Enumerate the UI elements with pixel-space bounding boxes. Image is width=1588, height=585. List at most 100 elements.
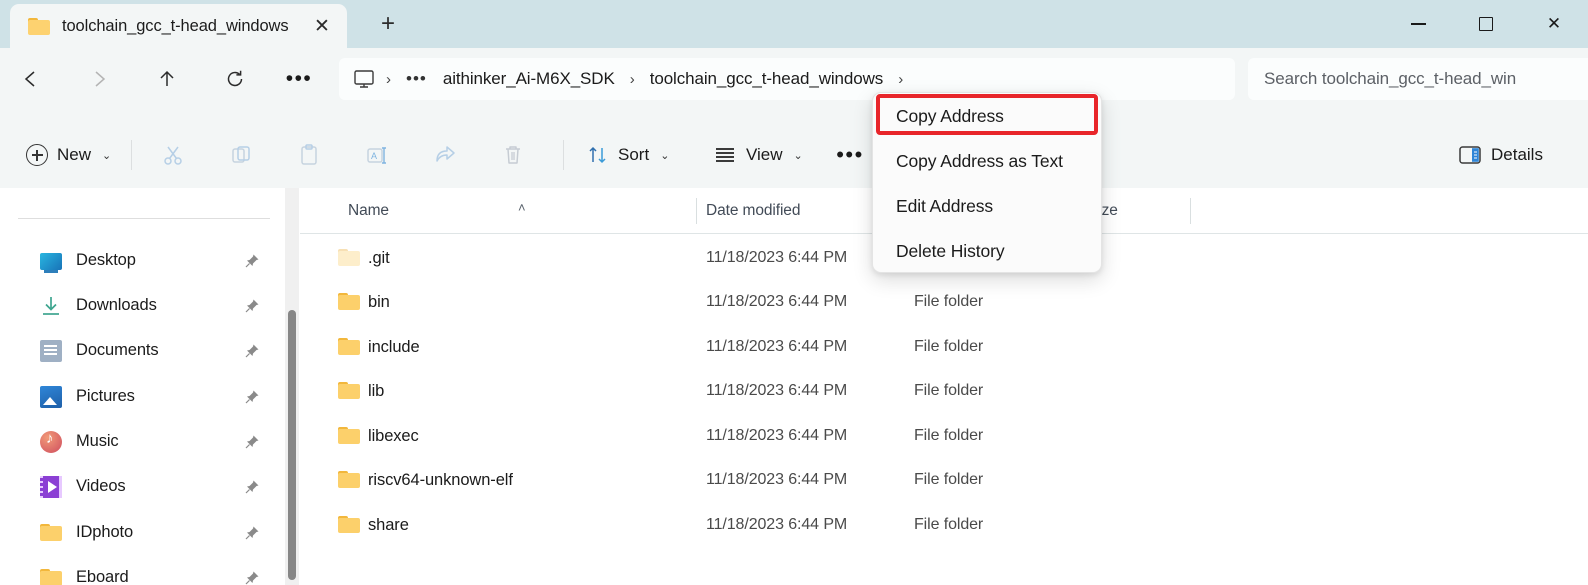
breadcrumb-item-0[interactable]: aithinker_Ai-M6X_SDK	[435, 65, 623, 93]
tab-title: toolchain_gcc_t-head_windows	[62, 16, 289, 35]
pin-icon[interactable]	[244, 298, 260, 314]
sort-button-label: Sort	[618, 145, 650, 164]
arrow-up-icon	[160, 70, 174, 86]
sidebar-item-label: Downloads	[76, 296, 157, 314]
details-pane-button[interactable]: Details	[1448, 135, 1553, 175]
toolbar-divider	[131, 140, 132, 170]
documents-icon	[40, 339, 62, 362]
menu-item-delete-history[interactable]: Delete History	[878, 231, 1098, 271]
menu-item-copy-address-as-text[interactable]: Copy Address as Text	[878, 141, 1098, 181]
view-button-label: View	[746, 145, 783, 164]
folder-icon	[338, 470, 360, 490]
table-row[interactable]: bin 11/18/2023 6:44 PM File folder	[300, 280, 1588, 325]
address-context-menu[interactable]: Copy Address Copy Address as Text Edit A…	[872, 92, 1102, 273]
sidebar-item-label: Documents	[76, 341, 159, 359]
column-header-name[interactable]: Name	[348, 188, 389, 234]
file-date-modified: 11/18/2023 6:44 PM	[706, 338, 848, 356]
breadcrumb-overflow[interactable]: •••	[398, 69, 435, 89]
browser-tab[interactable]: toolchain_gcc_t-head_windows ✕	[10, 4, 347, 48]
breadcrumb-separator[interactable]: ›	[379, 71, 398, 88]
folder-icon	[40, 522, 62, 544]
sidebar-item-label: Eboard	[76, 568, 129, 585]
svg-text:A: A	[371, 151, 377, 161]
file-name: lib	[368, 381, 385, 400]
breadcrumb-separator[interactable]: ›	[891, 71, 910, 88]
delete-button[interactable]	[492, 135, 534, 175]
pin-icon[interactable]	[244, 570, 260, 585]
minimize-button[interactable]	[1384, 0, 1452, 48]
breadcrumb-separator[interactable]: ›	[623, 71, 642, 88]
nav-more-button[interactable]: •••	[276, 58, 322, 100]
table-row[interactable]: libexec 11/18/2023 6:44 PM File folder	[300, 414, 1588, 459]
file-date-modified: 11/18/2023 6:44 PM	[706, 249, 848, 267]
sidebar-item-eboard[interactable]: Eboard	[0, 555, 282, 585]
pictures-icon	[40, 385, 62, 408]
back-button[interactable]	[8, 58, 54, 100]
new-button-label: New	[57, 145, 92, 164]
chevron-down-icon: ⌄	[660, 149, 670, 162]
share-icon	[436, 146, 455, 162]
copy-button[interactable]	[220, 135, 262, 175]
up-button[interactable]	[144, 58, 190, 100]
address-bar[interactable]: › ••• aithinker_Ai-M6X_SDK › toolchain_g…	[339, 58, 1235, 100]
navigation-sidebar[interactable]: Desktop Downloads Documents Pictures Mus…	[0, 188, 282, 585]
maximize-button[interactable]	[1452, 0, 1520, 48]
sidebar-item-music[interactable]: Music	[0, 419, 282, 464]
new-button[interactable]: New ⌄	[14, 135, 123, 175]
pin-icon[interactable]	[244, 343, 260, 359]
cut-button[interactable]	[152, 135, 194, 175]
pin-icon[interactable]	[244, 389, 260, 405]
sidebar-scrollbar-thumb[interactable]	[288, 310, 296, 580]
this-pc-icon[interactable]	[349, 69, 379, 89]
breadcrumb-item-1[interactable]: toolchain_gcc_t-head_windows	[642, 65, 891, 93]
sidebar-item-videos[interactable]: Videos	[0, 464, 282, 509]
sidebar-item-pictures[interactable]: Pictures	[0, 374, 282, 419]
column-header-date-modified[interactable]: Date modified	[706, 188, 800, 234]
file-size: File folder	[914, 382, 984, 400]
view-icon	[716, 148, 734, 162]
file-name: bin	[368, 292, 390, 311]
close-button[interactable]: ✕	[1520, 0, 1588, 48]
file-date-modified: 11/18/2023 6:44 PM	[706, 516, 848, 534]
sort-button[interactable]: Sort ⌄	[577, 135, 679, 175]
file-date-modified: 11/18/2023 6:44 PM	[706, 427, 848, 445]
sidebar-item-downloads[interactable]: Downloads	[0, 283, 282, 328]
file-name: include	[368, 337, 420, 356]
menu-item-copy-address[interactable]: Copy Address	[878, 96, 1098, 136]
toolbar-divider	[563, 140, 564, 170]
file-size: File folder	[914, 338, 984, 356]
column-divider[interactable]	[1190, 198, 1191, 224]
folder-icon	[338, 515, 360, 535]
paste-button[interactable]	[288, 135, 330, 175]
table-row[interactable]: share 11/18/2023 6:44 PM File folder	[300, 503, 1588, 548]
pin-icon[interactable]	[244, 525, 260, 541]
sidebar-item-desktop[interactable]: Desktop	[0, 238, 282, 283]
rename-button[interactable]: A	[356, 135, 398, 175]
search-box[interactable]: Search toolchain_gcc_t-head_win	[1248, 58, 1588, 100]
desktop-icon	[40, 253, 62, 273]
window-controls: ✕	[1384, 0, 1588, 48]
column-divider[interactable]	[696, 198, 697, 224]
table-row[interactable]: lib 11/18/2023 6:44 PM File folder	[300, 369, 1588, 414]
view-button[interactable]: View ⌄	[703, 135, 813, 175]
table-row[interactable]: riscv64-unknown-elf 11/18/2023 6:44 PM F…	[300, 458, 1588, 503]
copy-icon	[232, 146, 250, 163]
folder-icon	[338, 426, 360, 446]
sort-ascending-icon: ˄	[518, 200, 526, 215]
menu-item-edit-address[interactable]: Edit Address	[878, 186, 1098, 226]
file-name: libexec	[368, 426, 419, 445]
sidebar-item-idphoto[interactable]: IDphoto	[0, 510, 282, 555]
search-input[interactable]: Search toolchain_gcc_t-head_win	[1264, 69, 1516, 89]
table-row[interactable]: include 11/18/2023 6:44 PM File folder	[300, 325, 1588, 370]
forward-button[interactable]	[76, 58, 122, 100]
refresh-button[interactable]	[212, 58, 258, 100]
pin-icon[interactable]	[244, 434, 260, 450]
pin-icon[interactable]	[244, 253, 260, 269]
share-button[interactable]	[424, 135, 466, 175]
pin-icon[interactable]	[244, 479, 260, 495]
new-tab-button[interactable]: +	[370, 8, 406, 40]
toolbar-more-button[interactable]: •••	[827, 135, 873, 175]
close-icon[interactable]: ✕	[307, 11, 337, 41]
sidebar-item-documents[interactable]: Documents	[0, 328, 282, 373]
folder-icon	[28, 17, 50, 35]
